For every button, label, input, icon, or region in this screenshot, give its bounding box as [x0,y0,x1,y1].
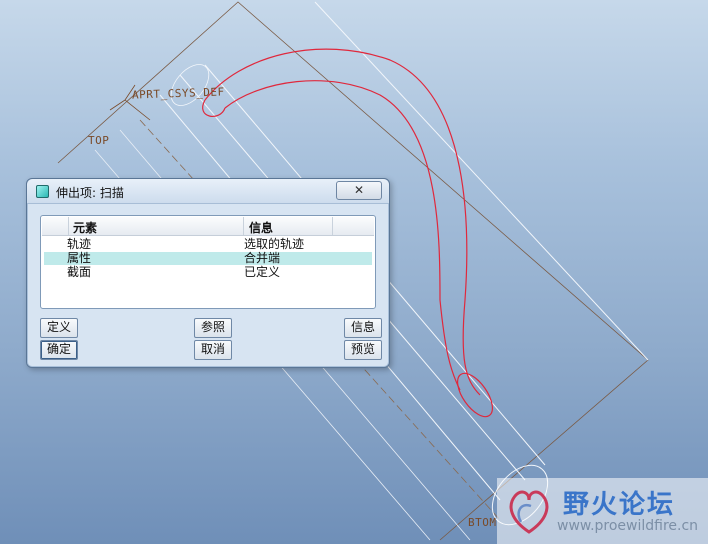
sweep-end-section [457,372,493,418]
preview-button[interactable]: 预览 [344,340,382,360]
datum-bottom-label: BTOM [468,516,497,529]
list-item-element: 属性 [67,251,92,265]
sweep-feature-dialog: 伸出项: 扫描 ✕ 元素 信息 轨迹 选取的轨迹 属性 合并端 截面 已定义 定… [26,178,390,368]
info-button[interactable]: 信息 [344,318,382,338]
dialog-app-icon [36,185,49,198]
list-item-info: 选取的轨迹 [244,237,305,251]
element-list-header: 元素 信息 [42,217,374,236]
column-separator [332,217,333,235]
define-button[interactable]: 定义 [40,318,78,338]
list-item[interactable]: 属性 合并端 [44,252,372,265]
element-list: 元素 信息 轨迹 选取的轨迹 属性 合并端 截面 已定义 [40,215,376,309]
list-item-element: 轨迹 [67,237,92,251]
forum-logo-icon [509,490,549,534]
datum-top-label: TOP [88,134,110,147]
list-item[interactable]: 截面 已定义 [44,266,372,279]
list-item-info: 已定义 [244,265,281,279]
ok-button[interactable]: 确定 [40,340,78,360]
list-item-element: 截面 [67,265,92,279]
close-icon: ✕ [353,183,365,197]
column-header-info[interactable]: 信息 [249,219,273,236]
column-separator [68,217,69,235]
list-item-info: 合并端 [244,251,281,265]
close-button[interactable]: ✕ [336,181,382,200]
cancel-button[interactable]: 取消 [194,340,232,360]
column-separator [243,217,244,235]
dialog-title: 伸出项: 扫描 [56,186,124,200]
watermark-url: www.proewildfire.cn [557,518,699,534]
list-item[interactable]: 轨迹 选取的轨迹 [44,238,372,251]
column-header-element[interactable]: 元素 [73,219,97,236]
dialog-titlebar[interactable]: 伸出项: 扫描 ✕ [27,179,389,204]
watermark: 野火论坛 www.proewildfire.cn [497,478,708,544]
reference-button[interactable]: 参照 [194,318,232,338]
watermark-name: 野火论坛 [563,490,676,520]
csys-axis [124,99,151,121]
